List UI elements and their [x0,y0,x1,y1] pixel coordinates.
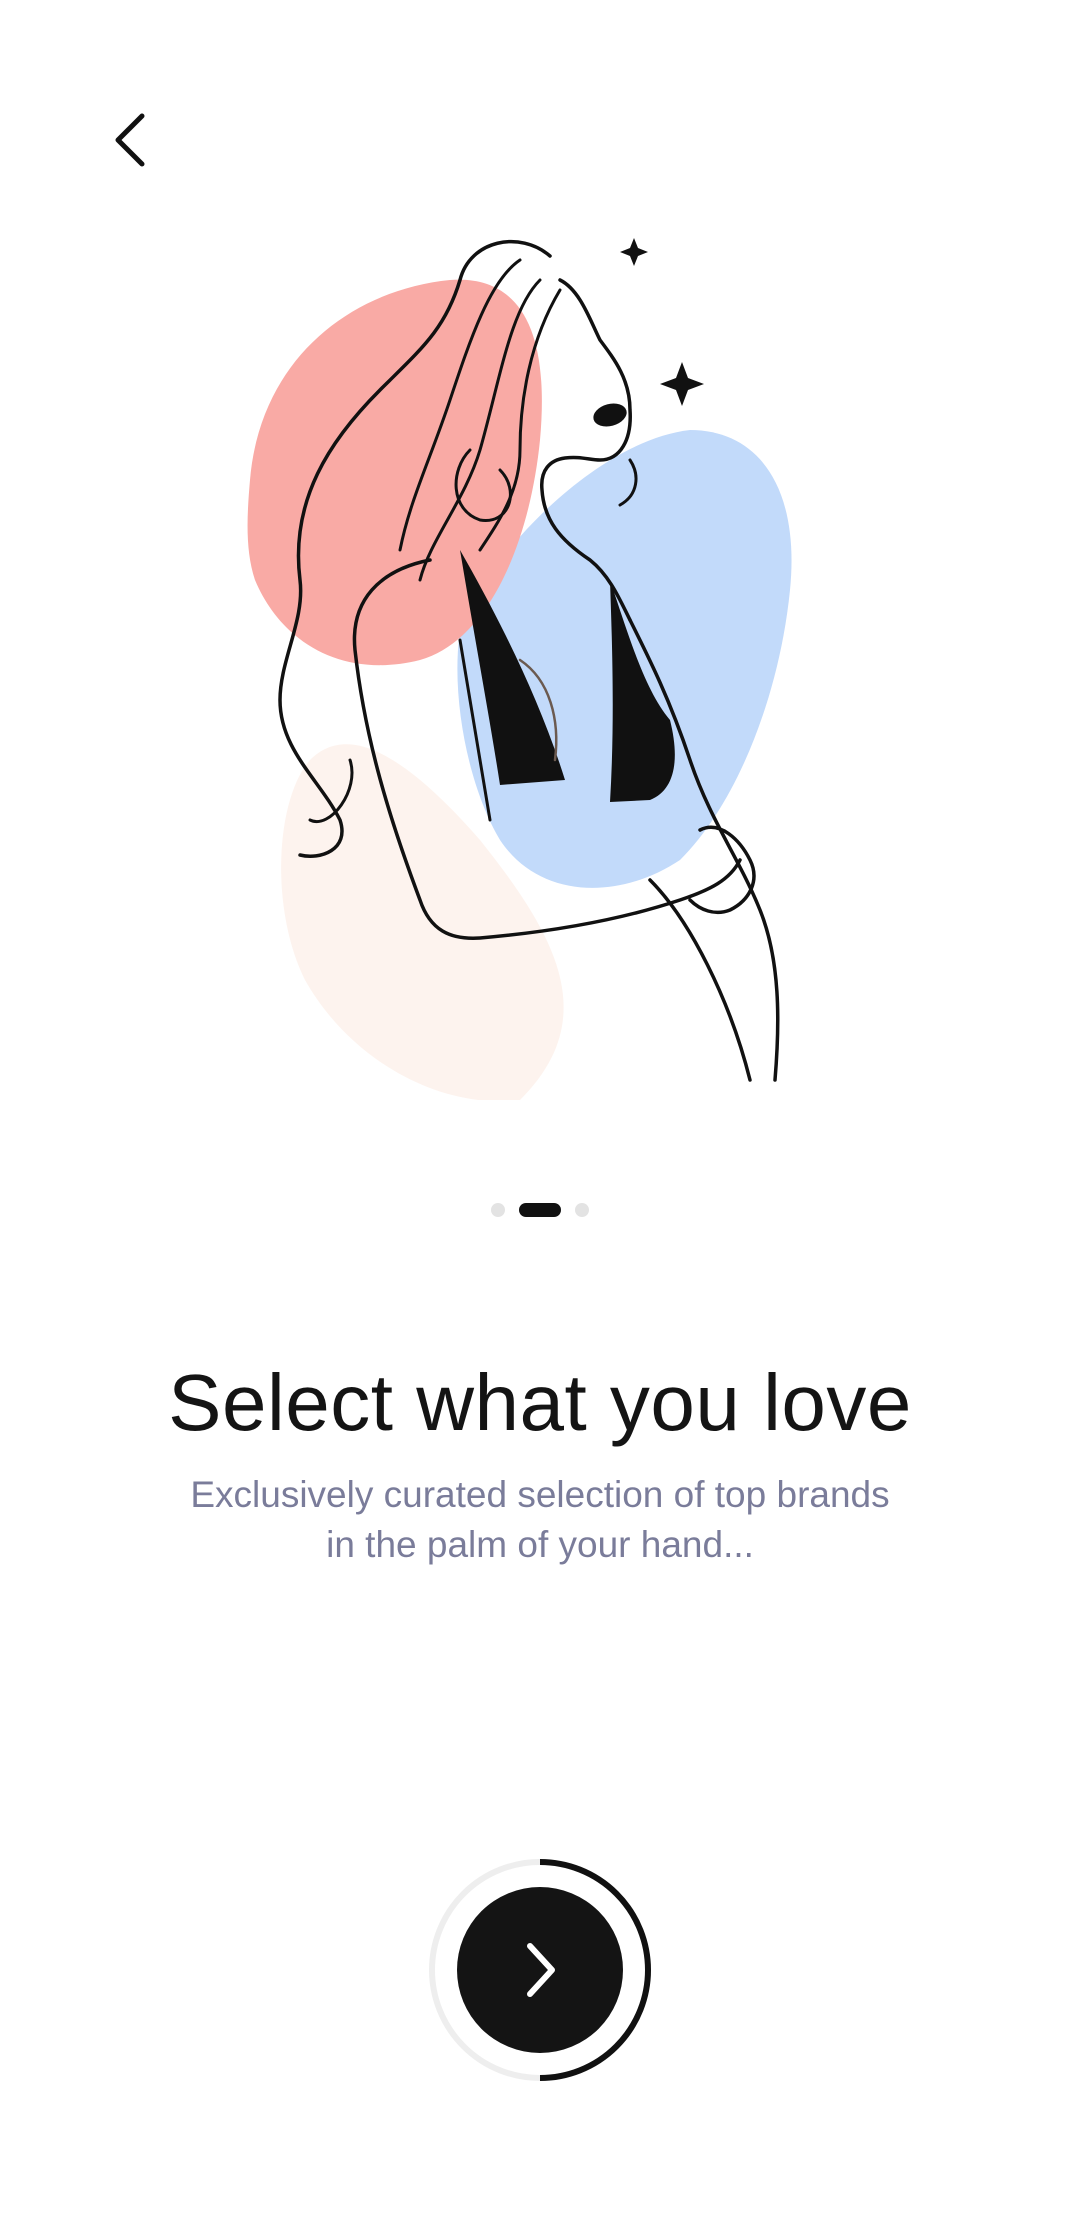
hand [688,825,756,915]
next-button[interactable] [457,1887,623,2053]
sparkle-small [620,238,648,266]
page-dot [491,1203,505,1217]
page-dot-active [519,1203,561,1217]
back-button[interactable] [90,100,170,180]
lips [593,403,627,427]
page-indicator [0,1202,1080,1218]
chevron-right-icon [527,1943,555,1997]
onboarding-illustration [247,238,792,1100]
chevron-left-icon [115,113,145,167]
next-button-container [425,1855,655,2085]
onboarding-title: Select what you love [168,1358,912,1447]
onboarding-subtitle: Exclusively curated selection of top bra… [190,1474,890,1565]
page-dot [575,1203,589,1217]
sparkle-large [660,362,704,406]
